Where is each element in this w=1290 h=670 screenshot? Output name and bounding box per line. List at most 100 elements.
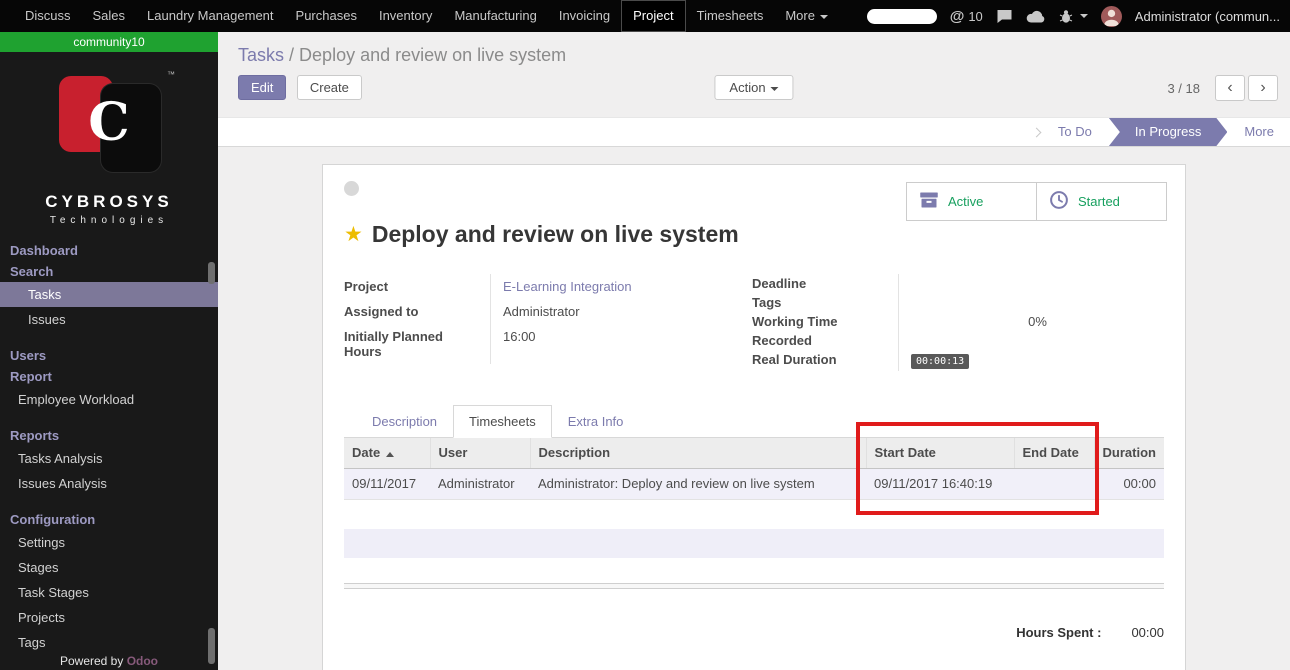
menu-project[interactable]: Project xyxy=(621,0,685,32)
field-value-working-time: 0% xyxy=(898,312,1164,331)
menu-more[interactable]: More xyxy=(774,0,839,32)
sidebar-item-search[interactable]: Search xyxy=(0,261,218,282)
sidebar-item-tasks[interactable]: Tasks xyxy=(0,282,218,307)
active-button-label: Active xyxy=(948,194,983,209)
field-value-real-duration: 00:00:13 xyxy=(898,350,1164,371)
powered-by: Powered by Odoo xyxy=(0,654,218,668)
company-logo: C ™ CYBROSYS Technologies xyxy=(0,52,218,226)
task-title: Deploy and review on live system xyxy=(372,221,739,248)
database-name: community10 xyxy=(0,32,218,52)
breadcrumb-separator: / xyxy=(289,45,299,65)
tab-description[interactable]: Description xyxy=(356,405,453,438)
sidebar-item-issues[interactable]: Issues xyxy=(0,307,218,332)
timesheet-table: Date User Description Start Date End Dat… xyxy=(344,438,1164,500)
sidebar-item-reports[interactable]: Reports xyxy=(0,425,218,446)
cell-user: Administrator xyxy=(430,468,530,499)
menu-sales[interactable]: Sales xyxy=(82,0,137,32)
cell-duration: 00:00 xyxy=(1094,468,1164,499)
pager-previous-button[interactable]: ‹ xyxy=(1215,75,1245,101)
column-date[interactable]: Date xyxy=(344,438,430,468)
cell-description: Administrator: Deploy and review on live… xyxy=(530,468,866,499)
cell-start-date: 09/11/2017 16:40:19 xyxy=(866,468,1014,499)
menu-purchases[interactable]: Purchases xyxy=(285,0,368,32)
sidebar-menu: Dashboard Search Tasks Issues Users Repo… xyxy=(0,240,218,655)
empty-list-row xyxy=(344,529,1164,558)
left-sidebar: community10 C ™ CYBROSYS Technologies Da… xyxy=(0,32,218,670)
menu-timesheets[interactable]: Timesheets xyxy=(686,0,775,32)
cell-end-date xyxy=(1014,468,1094,499)
stat-button-box: Active Started xyxy=(906,182,1167,221)
debug-icon[interactable] xyxy=(1059,9,1073,23)
field-label-project: Project xyxy=(344,274,490,299)
pager-next-button[interactable]: › xyxy=(1248,75,1278,101)
sidebar-item-stages[interactable]: Stages xyxy=(0,555,218,580)
top-menubar: Discuss Sales Laundry Management Purchas… xyxy=(0,0,1290,32)
table-row[interactable]: 09/11/2017 Administrator Administrator: … xyxy=(344,468,1164,499)
sidebar-item-tasks-analysis[interactable]: Tasks Analysis xyxy=(0,446,218,471)
inbox-count: 10 xyxy=(968,9,982,24)
cell-date: 09/11/2017 xyxy=(344,468,430,499)
table-header-row: Date User Description Start Date End Dat… xyxy=(344,438,1164,468)
timer-status-button[interactable]: Started xyxy=(1036,182,1167,221)
sidebar-scrollbar-thumb[interactable] xyxy=(208,262,215,284)
chevron-down-icon xyxy=(771,87,779,91)
sidebar-item-configuration[interactable]: Configuration xyxy=(0,509,218,530)
field-label-tags: Tags xyxy=(752,293,898,312)
sidebar-item-users[interactable]: Users xyxy=(0,345,218,366)
user-avatar[interactable] xyxy=(1101,6,1122,27)
section-divider xyxy=(344,583,1164,589)
brand-subtitle: Technologies xyxy=(0,215,218,226)
field-label-planned-hours: Initially Planned Hours xyxy=(344,324,490,364)
sidebar-item-issues-analysis[interactable]: Issues Analysis xyxy=(0,471,218,496)
menu-discuss[interactable]: Discuss xyxy=(14,0,82,32)
chat-icon[interactable] xyxy=(996,9,1013,24)
hours-spent-label: Hours Spent : xyxy=(1016,625,1101,640)
started-button-label: Started xyxy=(1078,194,1120,209)
trademark-symbol: ™ xyxy=(167,70,175,79)
tab-extra-info[interactable]: Extra Info xyxy=(552,405,640,438)
cloud-icon[interactable] xyxy=(1026,10,1046,23)
sidebar-item-dashboard[interactable]: Dashboard xyxy=(0,240,218,261)
user-menu[interactable]: Administrator (commun... xyxy=(1135,9,1280,24)
stage-to-do[interactable]: To Do xyxy=(1042,118,1108,146)
timesheet-table-wrap: Date User Description Start Date End Dat… xyxy=(344,438,1164,500)
stage-in-progress[interactable]: In Progress xyxy=(1109,118,1227,146)
edit-button[interactable]: Edit xyxy=(238,75,286,100)
menu-manufacturing[interactable]: Manufacturing xyxy=(443,0,547,32)
stage-more[interactable]: More xyxy=(1228,118,1290,146)
breadcrumb: Tasks / Deploy and review on live system xyxy=(218,32,1290,66)
column-user[interactable]: User xyxy=(430,438,530,468)
menu-invoicing[interactable]: Invoicing xyxy=(548,0,621,32)
column-end-date[interactable]: End Date xyxy=(1014,438,1094,468)
sidebar-item-report[interactable]: Report xyxy=(0,366,218,387)
sidebar-item-tags[interactable]: Tags xyxy=(0,630,218,655)
sidebar-item-employee-workload[interactable]: Employee Workload xyxy=(0,387,218,412)
active-toggle-button[interactable]: Active xyxy=(906,182,1037,221)
column-start-date[interactable]: Start Date xyxy=(866,438,1014,468)
field-value-project[interactable]: E-Learning Integration xyxy=(490,274,744,299)
tab-timesheets[interactable]: Timesheets xyxy=(453,405,552,438)
field-label-working-time: Working Time xyxy=(752,312,898,331)
field-groups: Project E-Learning Integration Assigned … xyxy=(344,274,1164,371)
menu-inventory[interactable]: Inventory xyxy=(368,0,443,32)
sidebar-item-settings[interactable]: Settings xyxy=(0,530,218,555)
field-value-deadline xyxy=(898,274,1164,293)
create-button[interactable]: Create xyxy=(297,75,362,100)
messaging-inbox-button[interactable]: @ 10 xyxy=(950,8,983,25)
control-panel: Edit Create Action 3 / 18 ‹ › xyxy=(218,66,1290,108)
sidebar-item-projects[interactable]: Projects xyxy=(0,605,218,630)
chevron-down-icon[interactable] xyxy=(1080,14,1088,18)
field-label-deadline: Deadline xyxy=(752,274,898,293)
odoo-brand-link[interactable]: Odoo xyxy=(127,654,158,668)
breadcrumb-tasks-link[interactable]: Tasks xyxy=(238,45,284,65)
app-menu: Discuss Sales Laundry Management Purchas… xyxy=(0,0,839,32)
column-description[interactable]: Description xyxy=(530,438,866,468)
priority-star-icon[interactable]: ★ xyxy=(344,222,363,247)
sidebar-item-task-stages[interactable]: Task Stages xyxy=(0,580,218,605)
chevron-down-icon xyxy=(820,15,828,19)
menu-laundry-management[interactable]: Laundry Management xyxy=(136,0,284,32)
column-duration[interactable]: Duration xyxy=(1094,438,1164,468)
action-dropdown-button[interactable]: Action xyxy=(714,75,793,100)
timer-display-pill[interactable] xyxy=(867,9,937,24)
field-value-recorded xyxy=(898,331,1164,350)
